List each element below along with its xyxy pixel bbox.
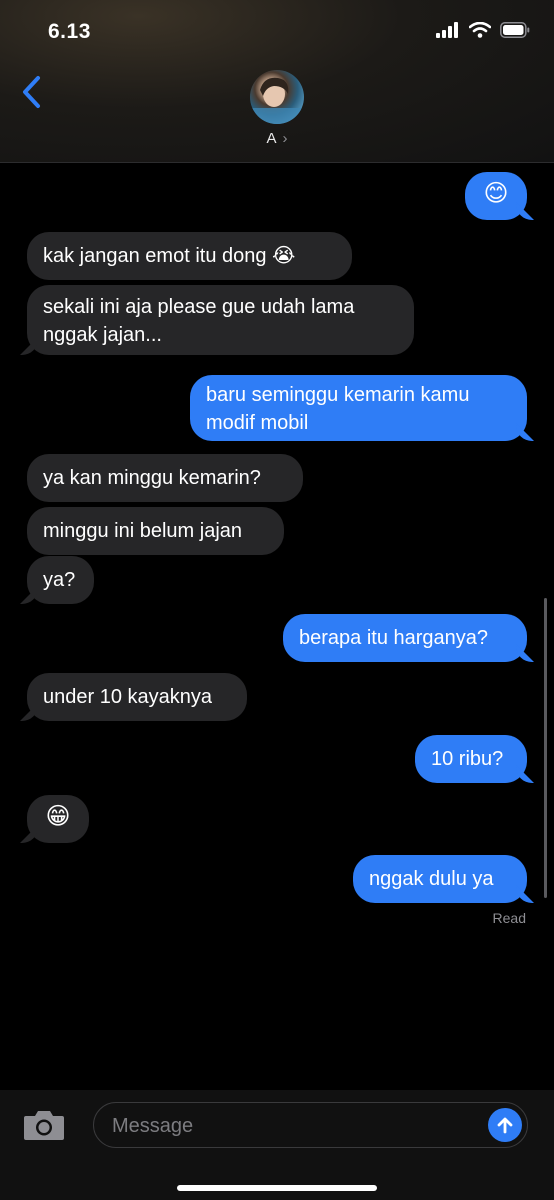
message-text: under 10 kayaknya (43, 686, 213, 708)
message-bubble-out[interactable]: 10 ribu? (415, 735, 527, 783)
contact-avatar[interactable] (250, 70, 304, 124)
message-bubble-in[interactable]: under 10 kayaknya (27, 673, 247, 721)
message-text: ya? (43, 569, 76, 591)
status-bar: 6.13 (0, 0, 554, 60)
back-button[interactable] (18, 74, 48, 110)
message-text: 😁 (45, 803, 71, 830)
message-bubble-in[interactable]: ya? (27, 556, 94, 604)
message-bubble-out[interactable]: nggak dulu ya (353, 855, 527, 903)
message-input-container[interactable] (93, 1102, 528, 1149)
message-text: ya kan minggu kemarin? (43, 467, 261, 489)
camera-icon (24, 1111, 64, 1140)
contact-name-row[interactable]: A › (0, 130, 554, 147)
scrollbar[interactable] (544, 598, 547, 898)
message-text: berapa itu harganya? (299, 627, 489, 649)
message-thread[interactable]: 😊 kak jangan emot itu dong 😭 sekali ini … (0, 162, 554, 1090)
message-text: nggak dulu ya (369, 868, 494, 890)
message-text: sekali ini aja please gue udah lama ngga… (43, 296, 355, 346)
wifi-icon (469, 22, 491, 38)
message-bubble-out[interactable]: berapa itu harganya? (283, 614, 527, 662)
message-bubble-out[interactable]: baru seminggu kemarin kamu modif mobil (190, 375, 527, 441)
message-bubble-in[interactable]: ya kan minggu kemarin? (27, 454, 303, 502)
send-button[interactable] (488, 1108, 522, 1142)
battery-icon (500, 22, 530, 38)
signal-icon (436, 22, 458, 38)
message-text: baru seminggu kemarin kamu modif mobil (206, 384, 470, 434)
camera-button[interactable] (22, 1108, 66, 1142)
message-bubble-in[interactable]: 😁 (27, 795, 89, 843)
message-text: 10 ribu? (431, 748, 504, 770)
message-text: kak jangan emot itu dong 😭 (43, 245, 296, 267)
status-time: 6.13 (48, 20, 91, 43)
message-bubble-in[interactable]: kak jangan emot itu dong 😭 (27, 232, 352, 280)
message-input[interactable] (110, 1103, 474, 1149)
message-bubble-in[interactable]: sekali ini aja please gue udah lama ngga… (27, 285, 414, 355)
read-receipt: Read (492, 910, 526, 926)
chevron-right-icon: › (282, 130, 288, 147)
contact-name: A (266, 130, 277, 147)
home-indicator[interactable] (177, 1185, 377, 1191)
arrow-up-icon (497, 1117, 513, 1134)
chevron-left-icon (23, 76, 40, 108)
message-text: minggu ini belum jajan (43, 520, 243, 542)
message-bubble-in[interactable]: minggu ini belum jajan (27, 507, 284, 555)
composer-bar (0, 1090, 554, 1200)
message-text: 😊 (483, 180, 509, 207)
message-bubble-out[interactable]: 😊 (465, 172, 527, 220)
